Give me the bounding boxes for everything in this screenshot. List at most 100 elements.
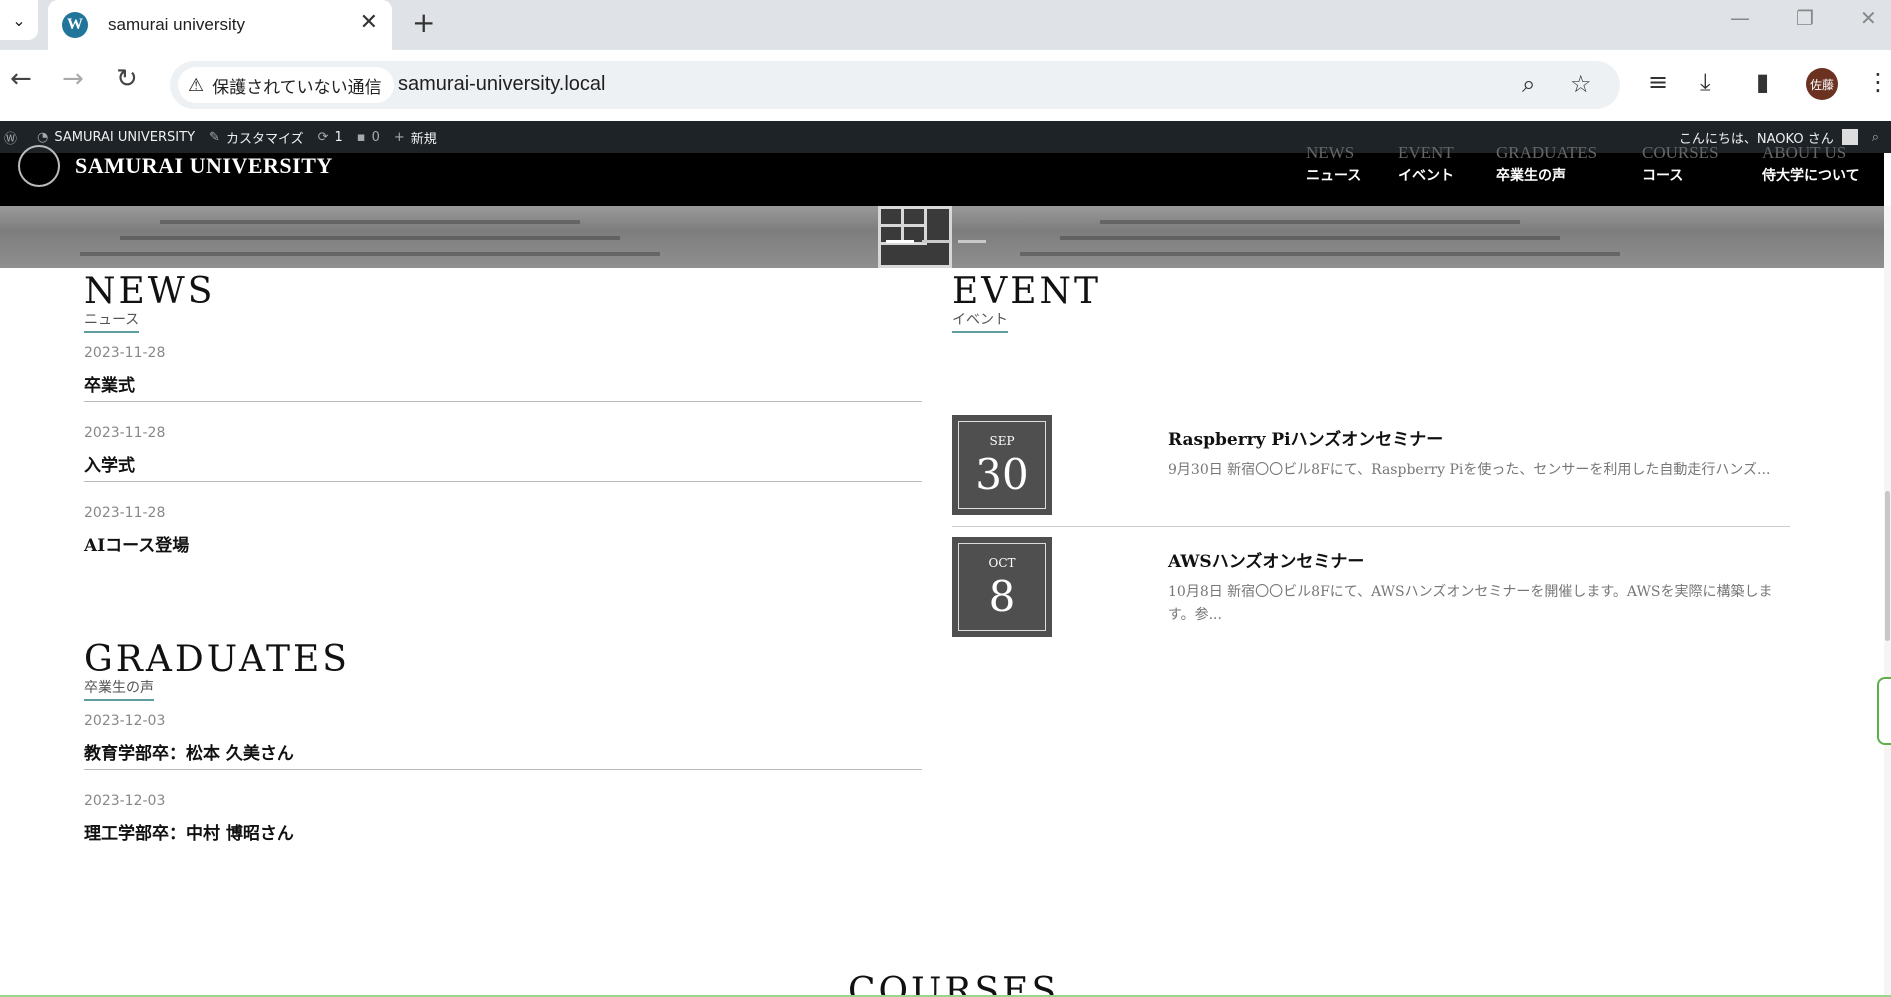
admin-updates-count: 1 — [334, 129, 343, 145]
event-heading: EVENT — [952, 271, 1102, 312]
nav-event-ja: イベント — [1398, 168, 1454, 184]
nav-news[interactable]: NEWS ニュース — [1306, 143, 1362, 185]
url-text[interactable]: samurai-university.local — [398, 73, 605, 96]
news-date: 2023-11-28 — [84, 345, 166, 361]
admin-comments[interactable]: ▪ 0 — [357, 130, 380, 145]
event-excerpt: 10月8日 新宿〇〇ビル8Fにて、AWSハンズオンセミナーを開催します。AWSを… — [1168, 584, 1773, 623]
restore-button[interactable]: ❐ — [1796, 6, 1814, 30]
menu-kebab-icon[interactable]: ⋮ — [1866, 68, 1890, 96]
nav-event[interactable]: EVENT イベント — [1398, 143, 1454, 185]
floating-side-widget[interactable] — [1877, 677, 1891, 745]
nav-courses-ja: コース — [1642, 168, 1684, 184]
back-button[interactable]: ← — [10, 64, 32, 94]
event-calendar-badge: SEP 30 — [952, 415, 1052, 515]
event-title[interactable]: Raspberry Piハンズオンセミナー — [1168, 425, 1443, 450]
admin-new-label: 新規 — [410, 131, 437, 147]
security-indicator[interactable]: ⚠ 保護されていない通信 — [178, 67, 394, 103]
graduate-item[interactable]: 2023-12-03 教育学部卒：松本 久美さん — [84, 713, 922, 770]
admin-customize[interactable]: ✎ カスタマイズ — [209, 128, 304, 147]
warning-icon: ⚠ — [188, 74, 205, 96]
graduates-subheading: 卒業生の声 — [84, 677, 154, 701]
hero-door — [878, 206, 952, 268]
graduate-date: 2023-12-03 — [84, 713, 166, 729]
download-icon[interactable]: ⤓ — [1700, 68, 1711, 96]
nav-graduates[interactable]: GRADUATES 卒業生の声 — [1496, 143, 1597, 185]
news-item[interactable]: 2023-11-28 卒業式 — [84, 345, 922, 402]
nav-about[interactable]: ABOUT US 侍大学について — [1762, 143, 1860, 185]
graduate-title[interactable]: 教育学部卒：松本 久美さん — [84, 739, 922, 764]
graduates-heading: GRADUATES — [84, 639, 350, 680]
plus-icon: + — [393, 129, 405, 145]
event-item[interactable]: SEP 30 Raspberry Piハンズオンセミナー 9月30日 新宿〇〇ビ… — [952, 415, 1790, 527]
news-item[interactable]: 2023-11-28 入学式 — [84, 425, 922, 482]
updates-icon: ⟳ — [317, 129, 329, 145]
event-day: 30 — [975, 450, 1029, 499]
nav-news-ja: ニュース — [1306, 168, 1362, 184]
admin-site-name-label: SAMURAI UNIVERSITY — [54, 129, 196, 145]
wp-logo-menu[interactable]: Ⓦ — [4, 128, 23, 147]
close-tab-icon[interactable]: ✕ — [360, 10, 378, 35]
event-month: OCT — [988, 556, 1016, 570]
browser-toolbar: ← → ↻ ⚠ 保護されていない通信 samurai-university.lo… — [0, 50, 1891, 121]
courses-heading: COURSES — [848, 971, 1060, 997]
zoom-icon[interactable]: ⌕ — [1522, 70, 1535, 98]
door-pane — [904, 209, 927, 227]
nav-event-en: EVENT — [1398, 143, 1454, 162]
wordpress-favicon-icon: W — [62, 12, 88, 38]
news-subheading: ニュース — [84, 309, 140, 333]
admin-new[interactable]: + 新規 — [394, 128, 437, 147]
page-viewport: Ⓦ ◔ SAMURAI UNIVERSITY ✎ カスタマイズ ⟳ 1 ▪ 0 + 新規 … — [0, 121, 1891, 997]
event-excerpt: 9月30日 新宿〇〇ビル8Fにて、Raspberry Piを使った、センサーを利… — [1168, 462, 1771, 478]
news-date: 2023-11-28 — [84, 425, 166, 441]
close-window-button[interactable]: ✕ — [1860, 6, 1877, 30]
admin-comments-count: 0 — [371, 129, 380, 145]
hero-stair — [80, 252, 660, 256]
event-calendar-badge: OCT 8 — [952, 537, 1052, 637]
slider-dot-2[interactable] — [922, 240, 950, 243]
scrollbar-thumb[interactable] — [1885, 491, 1890, 641]
bookmark-star-icon[interactable]: ☆ — [1570, 70, 1592, 98]
event-day: 8 — [988, 572, 1016, 621]
admin-search-icon[interactable]: ⌕ — [1872, 130, 1879, 145]
event-item[interactable]: OCT 8 AWSハンズオンセミナー 10月8日 新宿〇〇ビル8Fにて、AWSハ… — [952, 537, 1790, 649]
graduate-title[interactable]: 理工学部卒：中村 博昭さん — [84, 819, 922, 844]
comment-icon: ▪ — [356, 129, 366, 145]
slider-dot-1[interactable] — [886, 240, 914, 243]
wordpress-icon: Ⓦ — [4, 131, 18, 147]
nav-graduates-ja: 卒業生の声 — [1496, 168, 1566, 184]
hero-stair — [1060, 236, 1560, 240]
door-pane — [881, 209, 904, 227]
security-label: 保護されていない通信 — [212, 77, 382, 98]
news-item[interactable]: 2023-11-28 AIコース登場 — [84, 505, 922, 562]
site-title[interactable]: SAMURAI UNIVERSITY — [75, 153, 333, 179]
news-title[interactable]: 卒業式 — [84, 371, 922, 396]
wp-admin-bar: Ⓦ ◔ SAMURAI UNIVERSITY ✎ カスタマイズ ⟳ 1 ▪ 0 + 新規 … — [0, 121, 1891, 153]
chevron-down-icon: ⌄ — [12, 10, 26, 30]
news-title[interactable]: 入学式 — [84, 451, 922, 476]
forward-button[interactable]: → — [62, 64, 84, 94]
new-tab-button[interactable]: + — [412, 6, 435, 39]
side-panel-icon[interactable]: ▮ — [1756, 68, 1769, 96]
site-header: SAMURAI UNIVERSITY NEWS ニュース EVENT イベント … — [0, 143, 1884, 206]
slider-dot-3[interactable] — [958, 240, 986, 243]
tab-title: samurai university — [108, 15, 245, 34]
admin-updates[interactable]: ⟳ 1 — [318, 130, 343, 145]
university-logo[interactable] — [18, 145, 60, 187]
page-scrollbar[interactable] — [1884, 206, 1891, 997]
nav-courses[interactable]: COURSES コース — [1642, 143, 1719, 185]
tab-search-button[interactable]: ⌄ — [0, 0, 38, 40]
admin-site-name[interactable]: ◔ SAMURAI UNIVERSITY — [37, 130, 195, 145]
reload-button[interactable]: ↻ — [116, 64, 138, 94]
browser-tab-active[interactable]: W samurai university ✕ — [48, 0, 392, 50]
graduate-date: 2023-12-03 — [84, 793, 166, 809]
news-title[interactable]: AIコース登場 — [84, 531, 922, 556]
address-bar[interactable]: ⚠ 保護されていない通信 samurai-university.local ⌕ … — [170, 61, 1620, 109]
nav-graduates-en: GRADUATES — [1496, 143, 1598, 162]
admin-customize-label: カスタマイズ — [225, 131, 304, 147]
event-title[interactable]: AWSハンズオンセミナー — [1168, 547, 1364, 572]
profile-avatar[interactable]: 佐藤 — [1806, 68, 1838, 100]
media-queue-icon[interactable]: ≡ — [1648, 68, 1668, 96]
hero-stair — [120, 236, 620, 240]
graduate-item[interactable]: 2023-12-03 理工学部卒：中村 博昭さん — [84, 793, 922, 850]
minimize-button[interactable]: — — [1730, 6, 1750, 30]
